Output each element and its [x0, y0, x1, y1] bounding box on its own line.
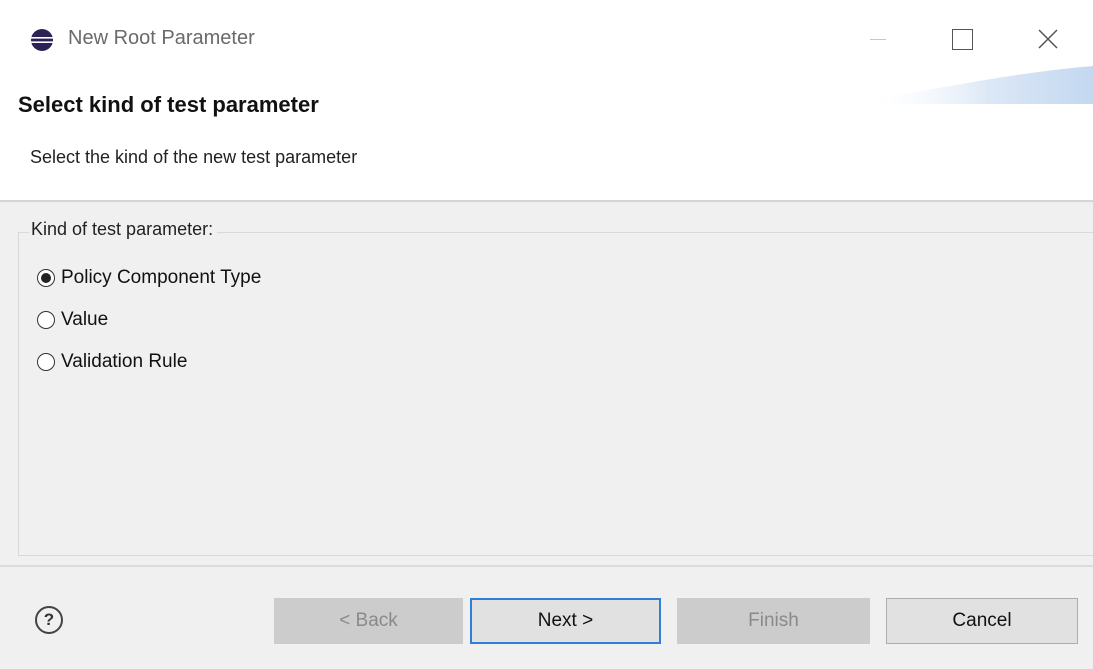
radio-policy-component-type[interactable]: Policy Component Type	[37, 267, 261, 289]
radio-validation-rule[interactable]: Validation Rule	[37, 351, 187, 373]
minimize-icon	[870, 38, 886, 40]
close-button[interactable]	[1024, 18, 1072, 60]
radio-label: Validation Rule	[61, 351, 188, 372]
radio-selected-icon[interactable]	[37, 269, 55, 287]
window-title: New Root Parameter	[68, 27, 255, 49]
radio-unselected-icon[interactable]	[37, 353, 55, 371]
radio-value[interactable]: Value	[37, 309, 108, 331]
back-button[interactable]: < Back	[274, 598, 463, 644]
wizard-content: Kind of test parameter: Policy Component…	[0, 202, 1093, 669]
eclipse-icon	[31, 29, 53, 51]
header-banner-image	[860, 66, 1093, 104]
footer-divider	[0, 565, 1093, 567]
maximize-icon	[951, 28, 973, 50]
radio-unselected-icon[interactable]	[37, 311, 55, 329]
cancel-button[interactable]: Cancel	[886, 598, 1078, 644]
maximize-button[interactable]	[938, 18, 986, 60]
help-icon[interactable]: ?	[35, 606, 63, 634]
group-label: Kind of test parameter:	[29, 219, 218, 240]
parameter-kind-group: Kind of test parameter: Policy Component…	[18, 219, 1093, 556]
wizard-title: Select kind of test parameter	[18, 92, 319, 117]
next-button[interactable]: Next >	[470, 598, 661, 644]
wizard-description: Select the kind of the new test paramete…	[30, 147, 358, 167]
minimize-button[interactable]	[854, 18, 902, 60]
radio-label: Value	[61, 309, 109, 330]
finish-button[interactable]: Finish	[677, 598, 870, 644]
close-icon	[1038, 29, 1058, 49]
radio-label: Policy Component Type	[61, 267, 262, 288]
